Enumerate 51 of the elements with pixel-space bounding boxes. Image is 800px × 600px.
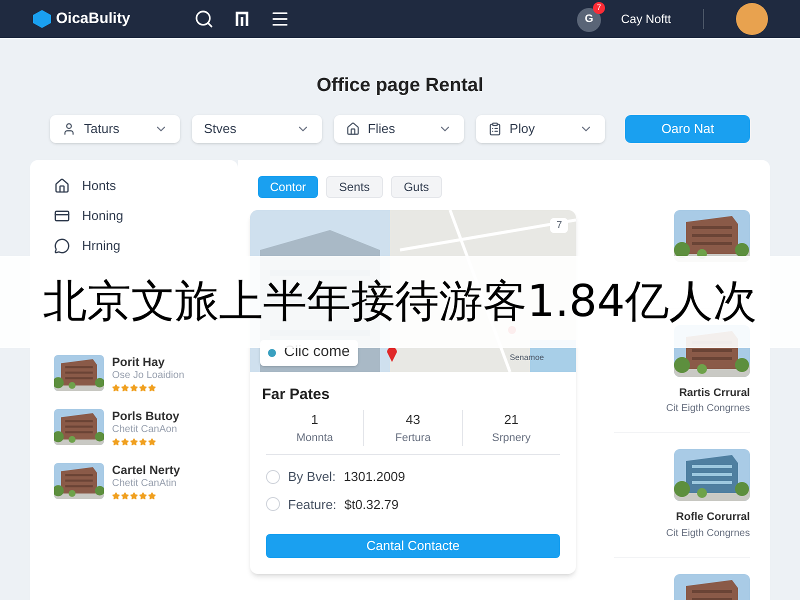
brand-name: OicaBulity [56,8,130,29]
listing-location: Chetit CanAtin [112,478,178,490]
sidebar-item[interactable]: Honing [54,206,214,226]
option-value: $t0.32.79 [344,496,399,514]
sidebar-item[interactable]: Hrning [54,236,214,256]
filter-dropdown[interactable]: Taturs [50,114,180,142]
listing-name: Rartis Crrural [679,386,750,400]
listing-location: Cit Eigth Congrnes [666,402,750,416]
house-icon [346,122,360,136]
map-badge: 7 [550,218,568,232]
card-icon [54,208,70,224]
avatar[interactable] [736,3,768,35]
house-icon [54,178,70,194]
sidebar-item[interactable]: Honts [54,176,214,196]
map-pin-icon [386,346,398,362]
chat-icon [54,238,70,254]
filter-dropdown[interactable]: Stves [192,114,322,142]
person-icon [62,122,76,136]
listing-location: Chetit CanAon [112,424,178,436]
stat-label: Monnta [296,430,334,446]
option-label: Feature: [288,496,336,514]
listing-name: Rofle Corurral [676,510,750,525]
filter-dropdown[interactable]: Flies [334,114,464,142]
stat-value: 43 [406,411,420,429]
tab[interactable]: Sents [326,176,383,198]
filter-dropdown[interactable]: Ploy [476,114,606,142]
notification-button[interactable]: G [576,8,601,32]
stat-value: 21 [504,411,519,429]
stat-label: Srpnery [492,430,531,446]
page-title: Office page Rental [316,74,484,98]
listing-name: Porls Butoy [112,408,180,424]
tab[interactable]: Guts [390,176,442,198]
listing-name: Cartel Nerty [112,462,180,478]
user-name: Cay Noftt [620,11,671,28]
stat-label: Fertura [395,430,431,446]
notification-badge: 7 [592,2,605,14]
caption-text: 北京文旅上半年接待游客1.84亿人次 [43,277,757,327]
map-label: Senamoe [510,352,544,364]
bookmark-button[interactable] [234,11,250,27]
listing-name: Porit Hay [112,354,166,370]
stat-value: 1 [311,411,318,429]
detail-heading: Far Pates [261,384,331,404]
search-button[interactable] [194,9,214,29]
listing-location: Ose Jo Loaidion [112,370,184,382]
checkbox[interactable] [266,470,280,484]
checkbox[interactable] [266,497,280,512]
option-label: By Bvel: [288,468,336,486]
listing-location: Cit Eigth Congrnes [666,526,750,540]
option-value: 1301.2009 [344,468,406,486]
cube-logo-icon [32,9,52,29]
clipboard-icon [488,122,502,136]
